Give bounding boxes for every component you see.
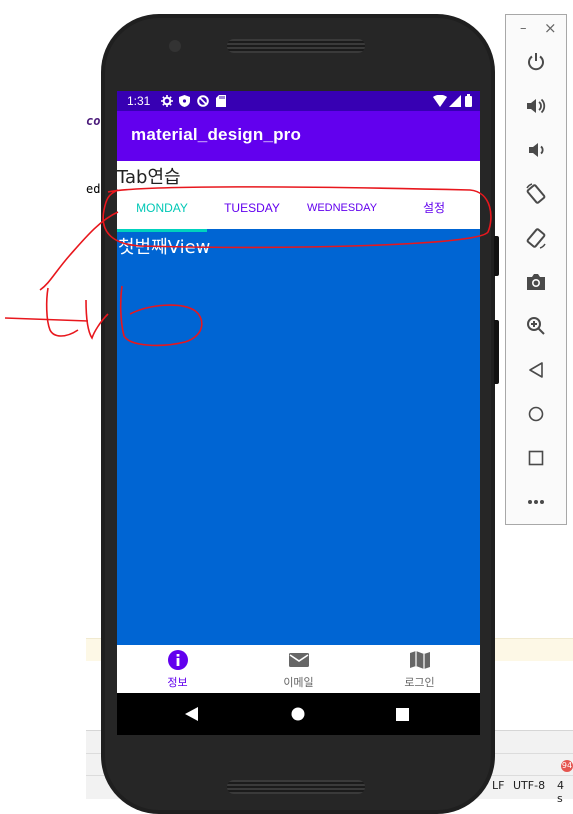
- rotate-right-button[interactable]: [506, 224, 566, 252]
- encoding-indicator[interactable]: UTF-8: [513, 779, 545, 792]
- settings-icon: [161, 95, 173, 107]
- home-icon[interactable]: [291, 707, 305, 721]
- bottom-nav-email[interactable]: 이메일: [238, 645, 359, 693]
- tab-content-view[interactable]: 첫번째View: [117, 229, 480, 645]
- map-icon: [409, 651, 430, 669]
- rotate-right-icon: [526, 228, 546, 249]
- data-saver-icon: [197, 95, 209, 107]
- volume-side-button: [494, 236, 499, 276]
- wifi-icon: [433, 95, 447, 107]
- rotate-left-button[interactable]: [506, 180, 566, 208]
- phone-top-speaker: [227, 39, 365, 53]
- power-button[interactable]: [506, 48, 566, 76]
- tab-wednesday[interactable]: WEDNESDAY: [297, 187, 387, 229]
- tab-text-stroke: [45, 287, 79, 337]
- bottom-navigation: 정보 이메일 로그인: [117, 645, 480, 693]
- notification-badge: 94: [561, 760, 573, 772]
- phone-screen: 1:31 material_design_pro Tab연습 MONDAY TU…: [117, 91, 480, 735]
- overview-icon: [528, 450, 544, 466]
- minimize-button[interactable]: –: [520, 21, 527, 36]
- code-fragment: co: [86, 114, 101, 128]
- tab-tuesday[interactable]: TUESDAY: [207, 187, 297, 229]
- zoom-icon: [527, 317, 545, 335]
- tab-settings[interactable]: 설정: [389, 187, 479, 229]
- bottom-nav-login[interactable]: 로그인: [359, 645, 480, 693]
- emulator-toolbar: – ×: [505, 14, 567, 525]
- close-button[interactable]: ×: [544, 19, 557, 37]
- screenshot-button[interactable]: [506, 268, 566, 296]
- camera-icon: [527, 274, 545, 290]
- heading-text: Tab연습: [117, 167, 181, 188]
- bottom-nav-label: 로그인: [404, 676, 435, 689]
- content-text: 첫번째View: [118, 237, 211, 258]
- home-button[interactable]: [506, 400, 566, 428]
- tab-text-stroke: [4, 317, 89, 322]
- tab-indicator: [117, 229, 207, 232]
- app-title: material_design_pro: [131, 125, 302, 144]
- volume-up-icon: [527, 98, 546, 114]
- bottom-nav-label: 정보: [167, 676, 188, 689]
- tab-monday[interactable]: MONDAY: [117, 187, 207, 229]
- more-icon: [528, 500, 544, 504]
- bottom-nav-info[interactable]: 정보: [117, 645, 238, 693]
- indent-indicator[interactable]: 4 s: [557, 779, 573, 805]
- back-icon: [529, 362, 543, 378]
- heading-row: Tab연습: [117, 161, 480, 188]
- volume-down-icon: [529, 143, 544, 157]
- status-bar: 1:31: [117, 91, 480, 111]
- shield-icon: [179, 95, 190, 107]
- phone-bottom-speaker: [227, 780, 365, 794]
- system-navigation-bar: [117, 693, 480, 735]
- front-camera: [169, 40, 181, 52]
- cell-signal-icon: [449, 95, 461, 107]
- more-button[interactable]: [506, 488, 566, 516]
- code-fragment: ed: [86, 182, 101, 196]
- rotate-left-icon: [526, 183, 546, 204]
- info-icon: [167, 650, 188, 670]
- home-icon: [528, 406, 544, 422]
- volume-up-button[interactable]: [506, 92, 566, 120]
- sd-card-icon: [216, 95, 226, 107]
- status-time: 1:31: [127, 94, 151, 108]
- back-button[interactable]: [506, 356, 566, 384]
- recents-icon[interactable]: [396, 708, 409, 721]
- mail-icon: [288, 653, 309, 667]
- bottom-nav-label: 이메일: [283, 676, 314, 689]
- app-bar: material_design_pro: [117, 111, 480, 161]
- battery-icon: [465, 94, 472, 107]
- power-side-button: [494, 320, 499, 384]
- back-icon[interactable]: [185, 707, 198, 721]
- line-separator-indicator[interactable]: LF: [492, 779, 504, 792]
- power-icon: [528, 53, 544, 71]
- tab-bar: MONDAY TUESDAY WEDNESDAY 설정: [117, 187, 480, 229]
- zoom-button[interactable]: [506, 312, 566, 340]
- overview-button[interactable]: [506, 444, 566, 472]
- volume-down-button[interactable]: [506, 136, 566, 164]
